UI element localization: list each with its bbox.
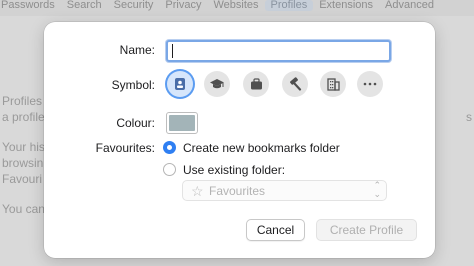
bg-text-line: Your his (2, 140, 45, 154)
colour-swatch (169, 115, 195, 131)
existing-folder-select[interactable]: ☆ Favourites ⌃ ⌄ (182, 180, 387, 201)
symbol-label: Symbol: (111, 78, 155, 92)
graduation-cap-icon[interactable] (204, 71, 230, 97)
favourites-label: Favourites: (95, 141, 155, 155)
use-existing-folder-radio[interactable] (163, 163, 176, 176)
tab-privacy[interactable]: Privacy (159, 0, 207, 11)
building-icon[interactable] (320, 71, 346, 97)
profile-name-input[interactable] (166, 40, 391, 62)
tab-advanced[interactable]: Advanced (379, 0, 440, 11)
briefcase-icon[interactable] (243, 71, 269, 97)
tab-security[interactable]: Security (108, 0, 160, 11)
up-down-chevron-icon: ⌃ ⌄ (373, 180, 381, 199)
cancel-button[interactable]: Cancel (246, 219, 305, 241)
bg-text-fragment: s (466, 110, 472, 124)
colour-picker[interactable] (166, 112, 198, 134)
tab-passwords[interactable]: Passwords (0, 0, 61, 11)
star-icon: ☆ (191, 183, 204, 199)
folder-select-value: Favourites (209, 184, 266, 198)
create-new-folder-label[interactable]: Create new bookmarks folder (183, 141, 340, 155)
bg-text-line: Profiles (2, 94, 43, 108)
text-caret (172, 44, 173, 58)
colour-label: Colour: (116, 116, 155, 130)
create-new-folder-radio[interactable] (163, 141, 176, 154)
tab-websites[interactable]: Websites (207, 0, 264, 11)
bg-text-line: Favouri (2, 172, 43, 186)
use-existing-folder-label[interactable]: Use existing folder: (183, 163, 285, 177)
more-icon[interactable] (357, 71, 383, 97)
tab-profiles[interactable]: Profiles (264, 0, 314, 11)
id-badge-icon[interactable] (167, 71, 193, 97)
tab-search[interactable]: Search (61, 0, 108, 11)
hammer-icon[interactable] (282, 71, 308, 97)
preferences-toolbar: Passwords Search Security Privacy Websit… (0, 0, 474, 17)
bg-text-line: browsin (2, 156, 44, 170)
name-label: Name: (119, 43, 155, 57)
create-profile-button[interactable]: Create Profile (316, 219, 417, 241)
tab-extensions[interactable]: Extensions (313, 0, 379, 11)
bg-text-line: You can (2, 202, 45, 216)
new-profile-sheet: Name: Symbol: Colour: Favourites: Create… (44, 22, 435, 258)
